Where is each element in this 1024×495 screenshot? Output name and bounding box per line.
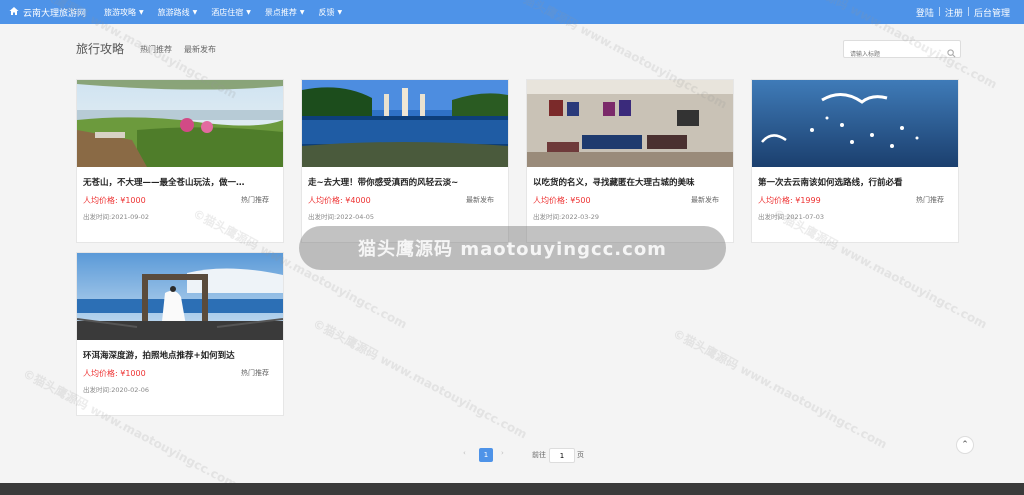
card-price: 人均价格: ¥500 [533, 196, 591, 205]
page-jump-input[interactable] [549, 448, 575, 463]
page-title: 旅行攻略 [76, 42, 125, 56]
prev-page-button[interactable]: ‹ [463, 449, 466, 457]
card-date: 出发时间:2021-09-02 [83, 213, 149, 221]
footer-bar [0, 483, 1024, 495]
tab-latest[interactable]: 最新发布 [184, 44, 216, 55]
card-tag: 最新发布 [691, 196, 719, 204]
chevron-down-icon: ▼ [337, 8, 343, 16]
page-unit-label: 页 [577, 451, 584, 459]
card-price: 人均价格: ¥1000 [83, 196, 146, 205]
card-image-bride-pier [77, 253, 283, 340]
card-image-pagoda-lake [302, 80, 508, 167]
guide-card[interactable]: 走~去大理！带你感受滇西的风轻云淡~ 人均价格: ¥4000 最新发布 出发时间… [301, 79, 509, 243]
card-title: 无苍山，不大理——最全苍山玩法，做一… [83, 178, 245, 188]
card-image-tea-terrace [77, 80, 283, 167]
login-link[interactable]: 登陆 [916, 6, 934, 19]
menu-label: 旅游攻略 [104, 7, 137, 17]
menu-attractions[interactable]: 景点推荐 ▼ [265, 7, 305, 18]
page-button-current[interactable]: 1 [479, 448, 493, 462]
divider: | [966, 7, 970, 17]
watermark-text: ©猫头鹰源码 www.maotouyingcc.com [310, 316, 530, 442]
guide-card[interactable]: 环洱海深度游，拍照地点推荐+如何到达 人均价格: ¥1000 热门推荐 出发时间… [76, 252, 284, 416]
pagination: ‹ 1 › 前往 页 [0, 448, 1024, 463]
menu-label: 旅游路线 [157, 7, 190, 17]
chevron-down-icon: ▼ [192, 8, 198, 16]
card-title: 第一次去云南该如何选路线，行前必看 [758, 178, 903, 188]
watermark-banner: 猫头鹰源码 maotouyingcc.com [299, 226, 726, 270]
goto-label: 前往 [532, 451, 546, 459]
card-tag: 热门推荐 [241, 196, 269, 204]
card-image-seagulls [752, 80, 958, 167]
account-links: 登陆 | 注册 | 后台管理 [916, 0, 1010, 24]
main-menu: 旅游攻略 ▼ 旅游路线 ▼ 酒店住宿 ▼ 景点推荐 ▼ 反馈 ▼ [104, 7, 356, 18]
card-tag: 热门推荐 [916, 196, 944, 204]
menu-label: 酒店住宿 [211, 7, 244, 17]
menu-feedback[interactable]: 反馈 ▼ [319, 7, 343, 18]
card-price: 人均价格: ¥1999 [758, 196, 821, 205]
menu-hotels[interactable]: 酒店住宿 ▼ [211, 7, 251, 18]
card-title: 以吃货的名义，寻找藏匿在大理古城的美味 [533, 178, 695, 188]
register-link[interactable]: 注册 [945, 6, 963, 19]
menu-label: 反馈 [318, 7, 335, 17]
guide-card[interactable]: 以吃货的名义，寻找藏匿在大理古城的美味 人均价格: ¥500 最新发布 出发时间… [526, 79, 734, 243]
card-date: 出发时间:2022-04-05 [308, 213, 374, 221]
home-icon [9, 6, 19, 19]
card-price: 人均价格: ¥1000 [83, 369, 146, 378]
card-tag: 热门推荐 [241, 369, 269, 377]
chevron-down-icon: ▼ [246, 8, 251, 16]
card-price: 人均价格: ¥4000 [308, 196, 371, 205]
menu-label: 景点推荐 [264, 7, 297, 17]
chevron-down-icon: ▼ [299, 8, 305, 16]
chevron-up-icon: ⌃ [961, 440, 969, 450]
card-date: 出发时间:2022-03-29 [533, 213, 599, 221]
divider: | [937, 7, 941, 17]
next-page-button[interactable]: › [501, 449, 504, 457]
chevron-down-icon: ▼ [139, 8, 144, 16]
admin-link[interactable]: 后台管理 [974, 6, 1010, 19]
card-title: 环洱海深度游，拍照地点推荐+如何到达 [83, 351, 235, 361]
card-title: 走~去大理！带你感受滇西的风轻云淡~ [308, 178, 459, 188]
card-tag: 最新发布 [466, 196, 494, 204]
guide-card[interactable]: 无苍山，不大理——最全苍山玩法，做一… 人均价格: ¥1000 热门推荐 出发时… [76, 79, 284, 243]
menu-travel-guides[interactable]: 旅游攻略 ▼ [104, 7, 144, 18]
menu-travel-routes[interactable]: 旅游路线 ▼ [158, 7, 198, 18]
back-to-top-button[interactable]: ⌃ [956, 436, 974, 454]
card-date: 出发时间:2020-02-06 [83, 386, 149, 394]
watermark-text: ©猫头鹰源码 www.maotouyingcc.com [670, 326, 890, 452]
